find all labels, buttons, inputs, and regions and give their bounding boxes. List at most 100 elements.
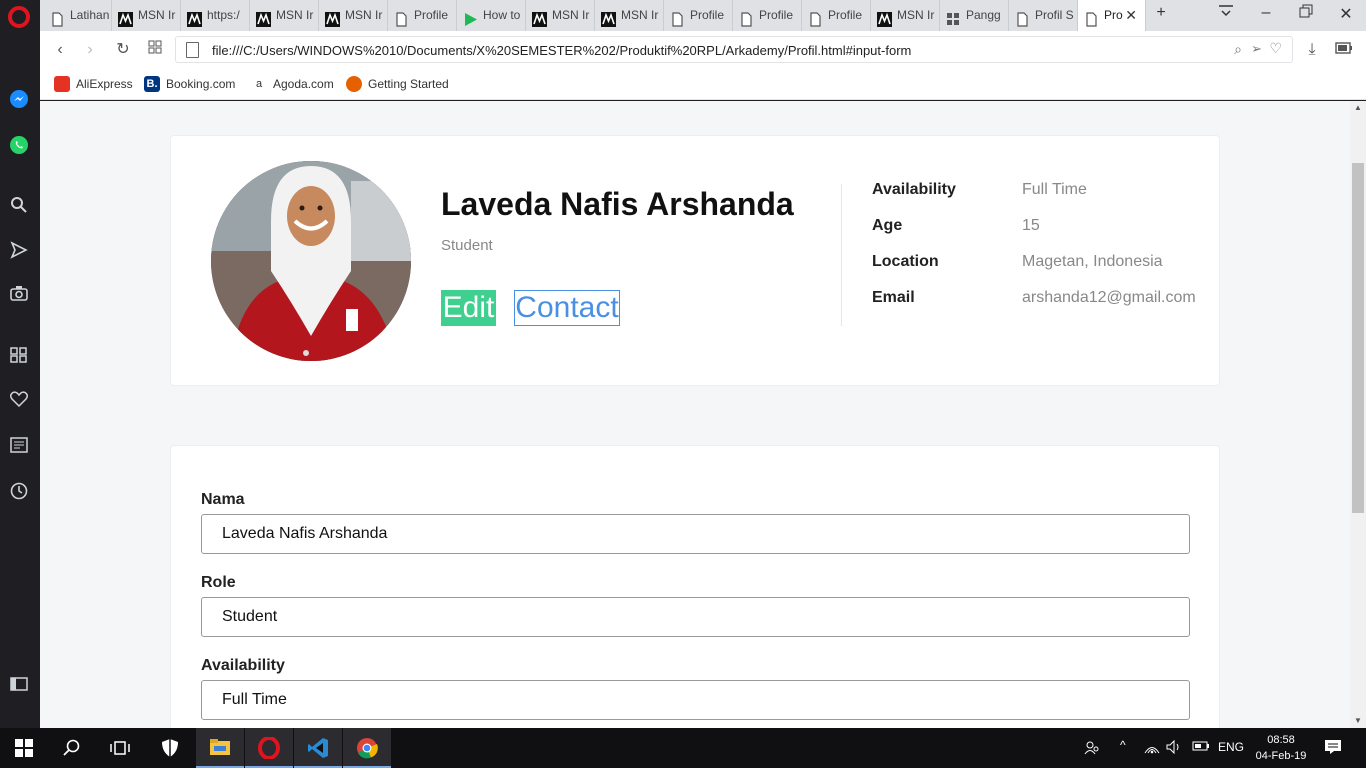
tab-5[interactable]: Profile [388,0,457,31]
speed-dial-icon[interactable] [9,347,29,367]
battery-icon[interactable] [1333,39,1355,61]
tab-label: Profile [690,8,725,22]
opera-logo-icon[interactable] [8,6,30,28]
booking-icon: B. [144,76,160,92]
availability-input[interactable] [201,680,1190,720]
role-input[interactable] [201,597,1190,637]
page-icon [50,8,65,27]
tab-label: Latihan [70,8,110,22]
edit-button[interactable]: Edit [441,290,496,326]
tab-label: Pro [1104,8,1123,22]
bookmark-agoda[interactable]: a Agoda.com [251,76,334,92]
grid-icon [946,8,961,25]
tab-10[interactable]: Profile [733,0,802,31]
minimize-icon[interactable]: – [1255,4,1277,22]
contact-button[interactable]: Contact [514,290,620,326]
tab-7[interactable]: MSN Ir [526,0,595,31]
url-field[interactable]: file:///C:/Users/WINDOWS%2010/Documents/… [175,36,1293,63]
msn-icon [532,8,547,27]
email-label: Email [872,289,915,306]
download-icon[interactable]: ⤓ [1301,39,1323,61]
nama-label: Nama [201,491,245,508]
windows-start-icon[interactable] [0,728,48,768]
people-icon[interactable] [1084,740,1100,759]
restore-icon[interactable] [1295,4,1317,23]
bookmark-label: Booking.com [166,77,236,91]
bookmark-label: Agoda.com [273,77,334,91]
tab-3[interactable]: MSN Ir [250,0,319,31]
bookmark-aliexpress[interactable]: AliExpress [54,76,133,92]
scroll-up-icon[interactable]: ▲ [1350,101,1366,115]
bookmark-label: Getting Started [368,77,449,91]
tab-11[interactable]: Profile [802,0,871,31]
msn-icon [325,8,340,27]
reload-icon[interactable]: ↻ [112,39,134,61]
firefox-icon [346,76,362,92]
tab-15[interactable]: Pro ✕ [1078,0,1146,31]
clock[interactable]: 08:58 04-Feb-19 [1252,732,1310,764]
notification-icon[interactable] [1324,739,1342,758]
close-tab-icon[interactable]: ✕ [1125,0,1137,31]
vscode-icon[interactable] [294,728,342,768]
file-explorer-icon[interactable] [196,728,244,768]
scroll-thumb[interactable] [1352,163,1364,513]
nama-input[interactable] [201,514,1190,554]
messenger-icon[interactable] [9,89,29,109]
tab-1[interactable]: MSN Ir [112,0,181,31]
page-icon [1084,8,1099,27]
send-icon[interactable] [9,241,29,261]
language-indicator[interactable]: ENG [1218,740,1244,754]
tab-0[interactable]: Latihan [44,0,112,31]
whatsapp-icon[interactable] [9,135,29,155]
windows-taskbar: ^ ENG 08:58 04-Feb-19 [0,728,1366,768]
heart-icon[interactable] [9,391,29,411]
msn-icon [877,8,892,27]
tab-13[interactable]: Pangg [940,0,1009,31]
opera-taskbar-icon[interactable] [245,728,293,768]
tab-4[interactable]: MSN Ir [319,0,388,31]
history-icon[interactable] [9,482,29,502]
wifi-icon[interactable] [1144,740,1160,757]
availability-label: Availability [872,181,956,198]
tab-label: Profile [828,8,863,22]
tab-9[interactable]: Profile [664,0,733,31]
tab-12[interactable]: MSN Ir [871,0,940,31]
bookmarks-bar: AliExpress B. Booking.com a Agoda.com Ge… [40,68,1366,100]
tab-14[interactable]: Profil S [1009,0,1078,31]
address-bar: ‹ › ↻ file:///C:/Users/WINDOWS%2010/Docu… [40,31,1366,68]
tab-grid-icon[interactable] [144,39,166,61]
bookmark-getting-started[interactable]: Getting Started [346,76,449,92]
page-scrollbar[interactable]: ▲ ▼ [1350,101,1366,728]
input-form-card: Nama Role Availability [170,445,1220,728]
search-icon[interactable]: ⌕ [1234,41,1242,58]
task-view-icon[interactable] [96,728,144,768]
search-icon[interactable] [48,728,96,768]
tab-2[interactable]: https:/ [181,0,250,31]
scroll-down-icon[interactable]: ▼ [1350,714,1366,728]
profile-role: Student [441,237,493,254]
tab-menu-icon[interactable] [1215,4,1237,23]
availability-form-label: Availability [201,657,285,674]
profile-name: Laveda Nafis Arshanda [441,186,794,222]
tab-label: MSN Ir [345,8,383,22]
page-icon [186,42,199,58]
news-icon[interactable] [9,437,29,457]
chrome-icon[interactable] [343,728,391,768]
send-icon[interactable]: ➢ [1251,41,1262,57]
tab-8[interactable]: MSN Ir [595,0,664,31]
security-shield-icon[interactable] [146,728,194,768]
sidebar-toggle-icon[interactable] [9,677,29,697]
msn-icon [601,8,616,27]
battery-icon[interactable] [1192,740,1210,755]
new-tab-icon[interactable]: + [1150,4,1172,22]
chevron-up-icon[interactable]: ^ [1120,738,1126,752]
forward-icon[interactable]: › [79,39,101,61]
back-icon[interactable]: ‹ [49,39,71,61]
tab-6[interactable]: How to [457,0,526,31]
camera-icon[interactable] [9,285,29,305]
volume-icon[interactable] [1166,739,1182,757]
search-icon[interactable] [9,196,29,216]
heart-icon[interactable]: ♡ [1269,40,1282,57]
bookmark-booking[interactable]: B. Booking.com [144,76,235,92]
close-window-icon[interactable]: ✕ [1335,4,1357,24]
